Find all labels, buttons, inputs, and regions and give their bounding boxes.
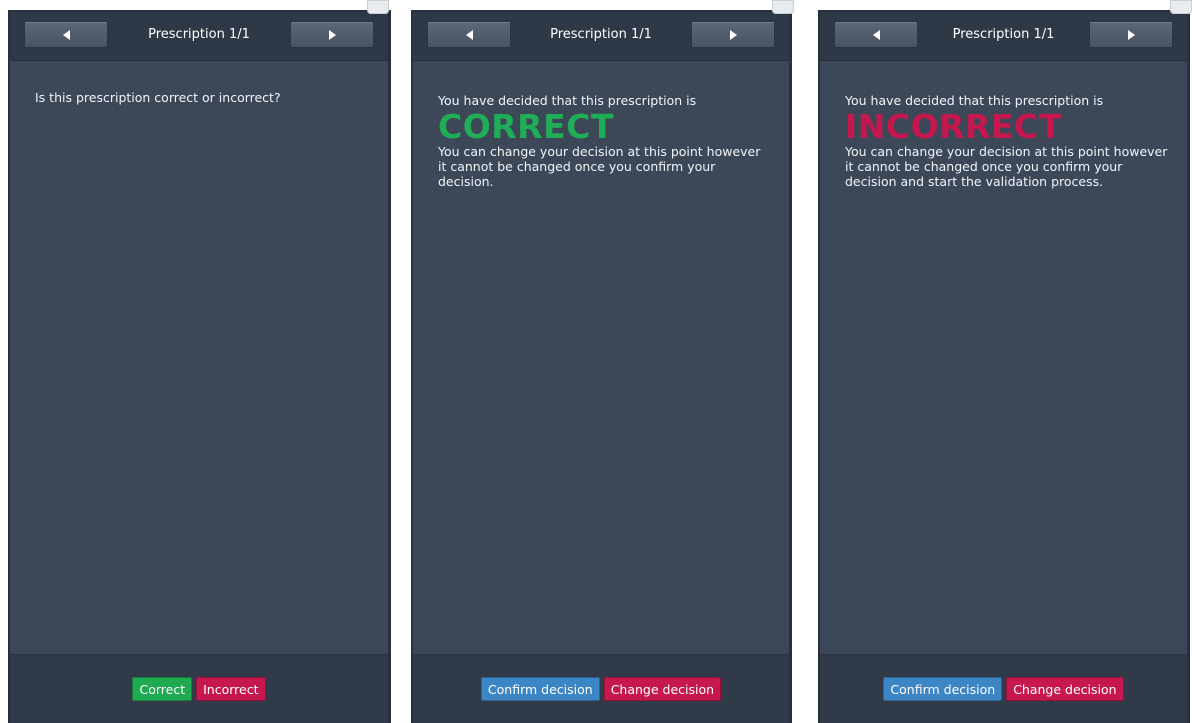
panel-corner-tab [1170, 0, 1192, 14]
previous-prescription-button[interactable] [427, 21, 511, 48]
panel-footer: Confirm decision Change decision [820, 654, 1187, 723]
decision-intro-text: You have decided that this prescription … [438, 93, 697, 108]
panel-footer: Correct Incorrect [10, 654, 388, 723]
panel-corner-tab [772, 0, 794, 14]
panel-content: You have decided that this prescription … [845, 93, 1169, 189]
panel-content: You have decided that this prescription … [438, 93, 771, 189]
triangle-right-icon [1127, 29, 1135, 40]
triangle-left-icon [465, 29, 473, 40]
decision-correct-label: CORRECT [438, 107, 614, 146]
incorrect-button[interactable]: Incorrect [196, 677, 266, 701]
decision-note-text: You can change your decision at this poi… [438, 144, 761, 189]
confirm-decision-button[interactable]: Confirm decision [883, 677, 1003, 701]
triangle-left-icon [872, 29, 880, 40]
screenshot-stage: Prescription 1/1 Is this prescription co… [0, 0, 1192, 723]
change-decision-button[interactable]: Change decision [603, 677, 722, 701]
correct-button[interactable]: Correct [132, 677, 193, 701]
decision-note-text: You can change your decision at this poi… [845, 144, 1168, 189]
panel-content: Is this prescription correct or incorrec… [35, 90, 370, 105]
previous-prescription-button[interactable] [834, 21, 918, 48]
next-prescription-button[interactable] [691, 21, 775, 48]
prescription-panel-incorrect: Prescription 1/1 You have decided that t… [818, 10, 1190, 723]
panel-corner-tab [367, 0, 389, 14]
decision-intro-text: You have decided that this prescription … [845, 93, 1104, 108]
panel-title: Prescription 1/1 [550, 27, 652, 42]
panel-title: Prescription 1/1 [952, 27, 1055, 42]
triangle-right-icon [729, 29, 737, 40]
panel-footer: Confirm decision Change decision [413, 654, 789, 723]
panel-header: Prescription 1/1 [10, 12, 388, 61]
prescription-panel-correct: Prescription 1/1 You have decided that t… [411, 10, 792, 723]
previous-prescription-button[interactable] [24, 21, 108, 48]
change-decision-button[interactable]: Change decision [1006, 677, 1124, 701]
panel-header: Prescription 1/1 [820, 12, 1187, 61]
question-text: Is this prescription correct or incorrec… [35, 90, 281, 105]
triangle-right-icon [328, 29, 336, 40]
next-prescription-button[interactable] [1089, 21, 1173, 48]
confirm-decision-button[interactable]: Confirm decision [480, 677, 600, 701]
panel-header: Prescription 1/1 [413, 12, 789, 61]
triangle-left-icon [62, 29, 70, 40]
prescription-panel-question: Prescription 1/1 Is this prescription co… [8, 10, 391, 723]
next-prescription-button[interactable] [290, 21, 374, 48]
decision-incorrect-label: INCORRECT [845, 107, 1062, 146]
panel-title: Prescription 1/1 [148, 27, 250, 42]
